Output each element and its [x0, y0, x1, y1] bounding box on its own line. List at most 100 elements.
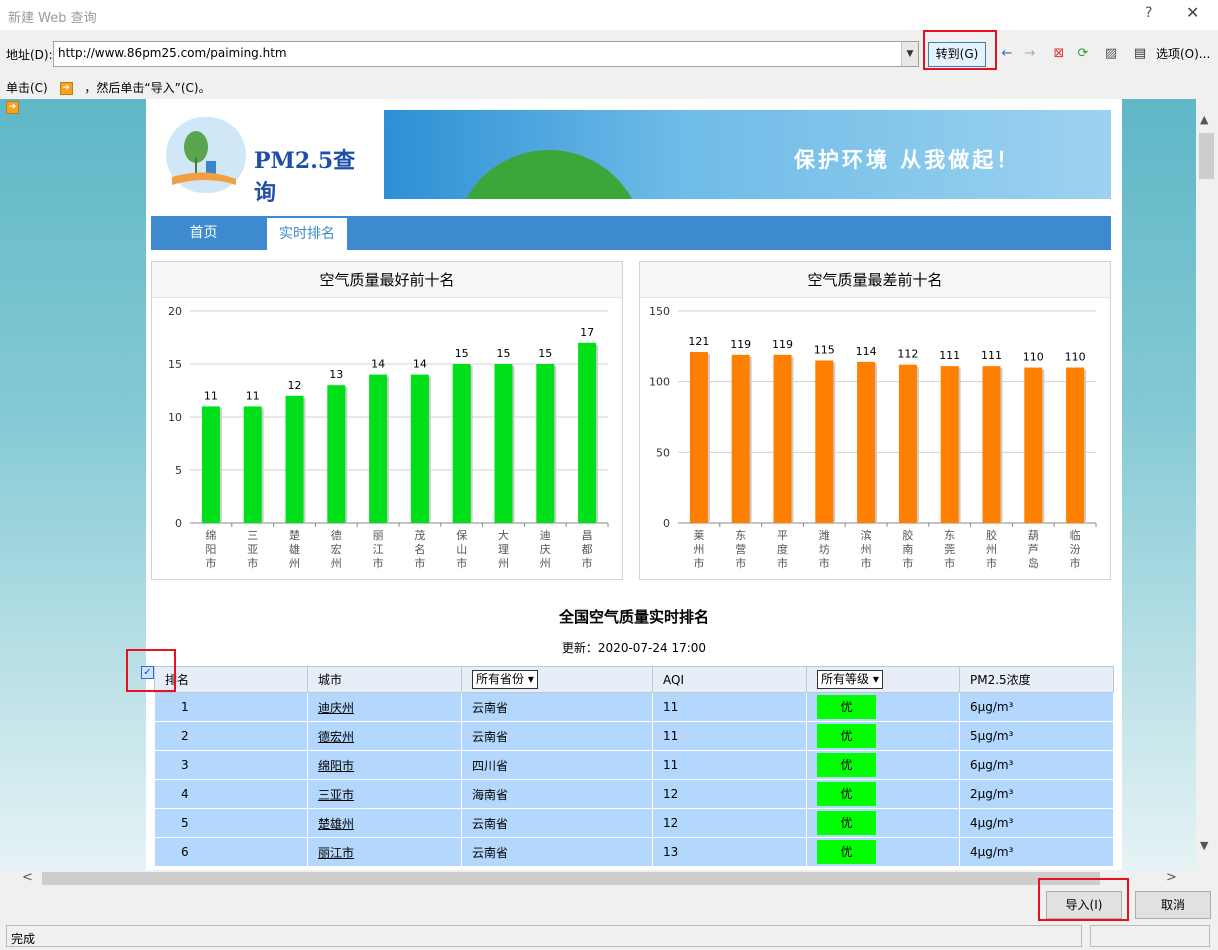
page-select-arrow-icon[interactable]: ➔	[6, 101, 19, 114]
city-link[interactable]: 德宏州	[318, 730, 354, 744]
status-bar: 完成	[6, 925, 1082, 947]
dialog-title-bar: 新建 Web 查询 ? ✕	[0, 0, 1218, 30]
close-button[interactable]: ✕	[1186, 3, 1199, 22]
ranking-header-row: 排名 城市 所有省份 ▾ AQI 所有等级 ▾ PM2.5浓度	[154, 666, 1114, 693]
cell-rank: 3	[154, 750, 308, 780]
scroll-down-icon[interactable]: ▼	[1200, 839, 1208, 852]
site-logo: PM2.5查询	[166, 111, 366, 206]
vertical-scroll-thumb[interactable]	[1199, 133, 1214, 179]
bar-value-label: 115	[814, 343, 835, 356]
web-view: ➔ PM2.5查询 保护环境 从我做起！ 首页 实时排名 空气质量最好前十名 0	[0, 99, 1196, 870]
bar-value-label: 119	[772, 338, 793, 351]
nav-home[interactable]: 首页	[151, 216, 256, 250]
cell-grade: 优	[806, 837, 960, 867]
city-link[interactable]: 丽江市	[318, 846, 354, 860]
back-icon[interactable]: ←	[998, 45, 1016, 63]
site-banner: 保护环境 从我做起！	[384, 110, 1111, 199]
x-tick-label: 葫芦岛.	[1028, 529, 1039, 579]
cell-pm25: 4μg/m³	[959, 808, 1114, 838]
y-tick-label: 10	[168, 411, 182, 424]
ranking-updated: 更新：2020-07-24 17:00	[561, 641, 707, 655]
table-row: 1 迪庆州 云南省 11 优 6μg/m³	[154, 692, 1114, 722]
x-tick-label: 东莞市	[944, 529, 955, 570]
bar-value-label: 12	[288, 379, 302, 392]
bar	[243, 406, 262, 523]
select-arrow-icon: ➔	[59, 82, 73, 95]
bar	[452, 364, 471, 523]
bar-value-label: 121	[688, 335, 709, 348]
x-tick-label: 绵阳市	[205, 528, 216, 570]
y-tick-label: 0	[663, 517, 670, 530]
y-tick-label: 20	[168, 305, 182, 318]
logo-leaf-icon	[166, 117, 246, 193]
dialog-title: 新建 Web 查询	[8, 11, 97, 26]
header-pm25: PM2.5浓度	[959, 666, 1114, 693]
table-row: 6 丽江市 云南省 13 优 4μg/m³	[154, 837, 1114, 867]
scroll-right-icon[interactable]: >	[1166, 870, 1177, 885]
cell-aqi: 11	[652, 721, 807, 751]
stop-icon[interactable]: ⊠	[1050, 45, 1068, 63]
cell-aqi: 12	[652, 808, 807, 838]
y-tick-label: 50	[656, 446, 670, 459]
cell-province: 云南省	[461, 837, 653, 867]
cell-city: 楚雄州	[307, 808, 462, 838]
y-tick-label: 100	[649, 376, 670, 389]
province-select[interactable]: 所有省份 ▾	[472, 670, 538, 689]
scroll-up-icon[interactable]: ▲	[1200, 113, 1208, 126]
scroll-left-icon[interactable]: <	[22, 870, 33, 885]
bar	[1066, 367, 1085, 523]
vertical-scrollbar[interactable]: ▲ ▼	[1196, 99, 1218, 870]
horizontal-scrollbar[interactable]: < >	[0, 870, 1196, 887]
city-link[interactable]: 绵阳市	[318, 759, 354, 773]
x-tick-label: 三亚市	[247, 529, 258, 570]
cell-province: 四川省	[461, 750, 653, 780]
worst-chart-title: 空气质量最差前十名	[640, 262, 1110, 298]
city-link[interactable]: 迪庆州	[318, 701, 354, 715]
forward-icon[interactable]: →	[1021, 45, 1039, 63]
y-tick-label: 5	[175, 464, 182, 477]
worst-chart: 0 50 100 150 121 莱州市 119 东营市 119 平度市 115 潍坊市 114 滨州市 1…	[649, 305, 1097, 579]
grade-select-value: 所有等级	[821, 672, 870, 686]
bar-value-label: 111	[939, 349, 960, 362]
x-tick-label: 保山市	[456, 528, 467, 570]
highlight-import-box	[1038, 878, 1129, 921]
cell-aqi: 11	[652, 692, 807, 722]
x-tick-label: 潍坊市	[819, 529, 830, 570]
instruction-line: 单击(C) ➔ ，然后单击“导入”(C)。	[6, 79, 211, 96]
bar-value-label: 114	[856, 345, 877, 358]
grade-select[interactable]: 所有等级 ▾	[817, 670, 883, 689]
cell-province: 云南省	[461, 808, 653, 838]
cell-grade: 优	[806, 750, 960, 780]
save-query-icon[interactable]: ▤	[1131, 45, 1149, 63]
cell-city: 三亚市	[307, 779, 462, 809]
cell-province: 云南省	[461, 692, 653, 722]
options-button[interactable]: 选项(O)...	[1156, 45, 1210, 62]
x-tick-label: 德宏州	[331, 528, 342, 570]
cell-grade: 优	[806, 692, 960, 722]
chevron-down-icon: ▾	[527, 672, 534, 686]
x-tick-label: 莱州市	[693, 529, 704, 570]
bar	[327, 385, 346, 523]
bar-value-label: 15	[455, 347, 469, 360]
cell-pm25: 2μg/m³	[959, 779, 1114, 809]
horizontal-scroll-thumb[interactable]	[42, 872, 1100, 885]
bar	[285, 395, 304, 523]
bar-value-label: 15	[538, 347, 552, 360]
bar-value-label: 14	[413, 358, 427, 371]
city-link[interactable]: 三亚市	[318, 788, 354, 802]
cancel-button[interactable]: 取消	[1135, 891, 1211, 919]
best-chart: 0 5 10 15 20 11 绵阳市 11 三亚市 12 楚雄州 13 德宏州 14 丽江市 14 茂名市 15…	[168, 305, 609, 570]
hide-icons-icon[interactable]: ▨	[1102, 45, 1120, 63]
x-tick-label: 迪庆州	[540, 529, 551, 570]
address-input[interactable]: http://www.86pm25.com/paiming.htm	[53, 41, 919, 67]
y-tick-label: 150	[649, 305, 670, 318]
bar	[815, 360, 834, 523]
address-dropdown-button[interactable]: ▼	[901, 42, 918, 66]
cell-pm25: 4μg/m³	[959, 837, 1114, 867]
city-link[interactable]: 楚雄州	[318, 817, 354, 831]
help-button[interactable]: ?	[1145, 5, 1152, 21]
refresh-icon[interactable]: ⟳	[1074, 45, 1092, 63]
nav-realtime-rank[interactable]: 实时排名	[267, 218, 347, 250]
bar	[201, 406, 220, 523]
status-bar-secondary	[1090, 925, 1210, 947]
